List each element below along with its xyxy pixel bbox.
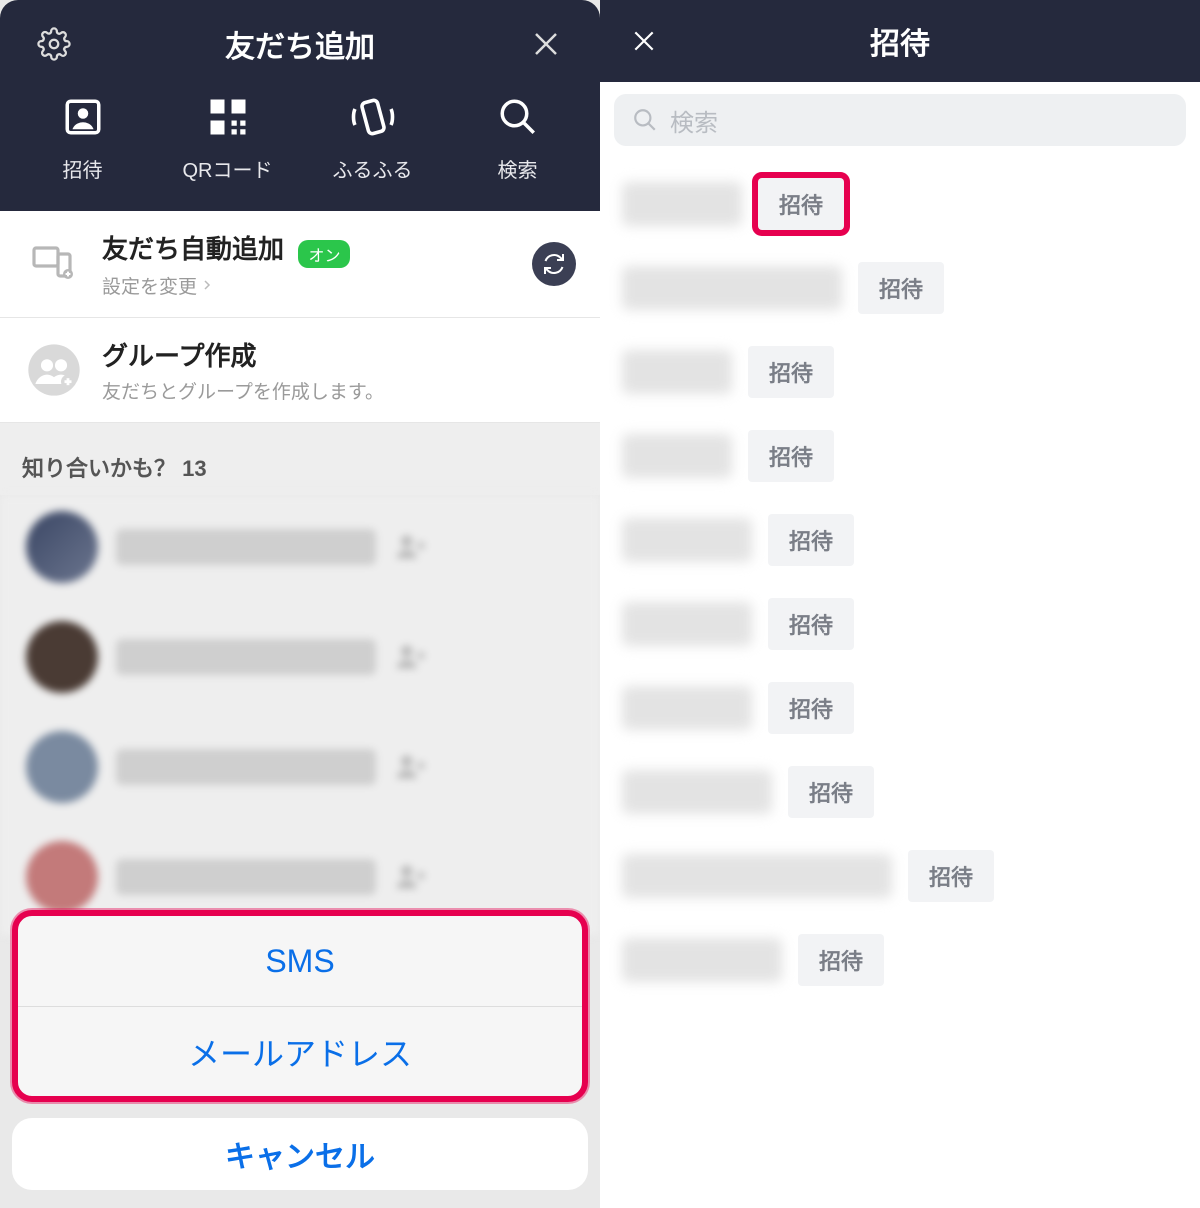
create-group-row[interactable]: グループ作成 友だちとグループを作成します。 [0, 318, 600, 423]
auto-add-title: 友だち自動追加 [102, 234, 284, 264]
suggestion-name [116, 859, 376, 895]
contact-name [622, 518, 752, 562]
shake-icon [348, 92, 398, 142]
invite-action[interactable]: 招待 [10, 92, 155, 183]
list-item: 招待 [600, 666, 1200, 750]
add-friend-icon[interactable] [394, 860, 428, 894]
list-item: 招待 [600, 582, 1200, 666]
add-friends-title: 友だち追加 [76, 22, 524, 66]
list-item: 招待 [600, 918, 1200, 1002]
contact-name [622, 266, 842, 310]
action-sheet: SMS メールアドレス キャンセル [12, 910, 588, 1190]
chevron-right-icon [201, 279, 213, 291]
contact-name [622, 854, 892, 898]
invite-button[interactable]: 招待 [858, 262, 944, 314]
invite-header: 招待 [600, 0, 1200, 82]
contact-name [622, 770, 772, 814]
list-item: 招待 [600, 750, 1200, 834]
invite-title: 招待 [666, 19, 1134, 63]
add-friend-icon[interactable] [394, 530, 428, 564]
invite-list: 招待 招待 招待 招待 招待 招待 招待 招待 [600, 158, 1200, 1208]
invite-button[interactable]: 招待 [768, 598, 854, 650]
list-item: 招待 [600, 330, 1200, 414]
contact-name [622, 182, 742, 226]
settings-card: 友だち自動追加 オン 設定を変更 [0, 211, 600, 423]
shake-action-label: ふるふる [333, 154, 413, 183]
invite-button[interactable]: 招待 [768, 682, 854, 734]
maybe-know-header: 知り合いかも？ 13 [0, 423, 600, 495]
list-item[interactable] [0, 715, 600, 825]
shake-action[interactable]: ふるふる [300, 92, 445, 183]
contact-name [622, 602, 752, 646]
list-item[interactable] [0, 495, 600, 605]
qr-action-label: QRコード [183, 154, 273, 183]
add-friends-sheet: 友だち追加 招待 [0, 0, 600, 211]
add-friend-icon[interactable] [394, 750, 428, 784]
group-icon [24, 340, 84, 400]
invite-button[interactable]: 招待 [768, 514, 854, 566]
avatar [26, 621, 98, 693]
add-friend-icon[interactable] [394, 640, 428, 674]
suggestion-name [116, 639, 376, 675]
device-add-icon [24, 234, 84, 294]
search-icon [632, 107, 658, 133]
search-placeholder: 検索 [670, 103, 718, 138]
invite-button[interactable]: 招待 [798, 934, 884, 986]
auto-add-row[interactable]: 友だち自動追加 オン 設定を変更 [0, 211, 600, 318]
close-icon[interactable] [622, 19, 666, 63]
close-icon[interactable] [524, 22, 568, 66]
avatar [26, 731, 98, 803]
sms-option[interactable]: SMS [18, 916, 582, 1006]
email-option[interactable]: メールアドレス [18, 1006, 582, 1096]
invite-button[interactable]: 招待 [758, 178, 844, 230]
avatar [26, 841, 98, 913]
search-action-label: 検索 [498, 154, 538, 183]
list-item: 招待 [600, 498, 1200, 582]
search-input[interactable]: 検索 [614, 94, 1186, 146]
list-item: 招待 [600, 246, 1200, 330]
qr-action[interactable]: QRコード [155, 92, 300, 183]
avatar [26, 511, 98, 583]
invite-button[interactable]: 招待 [748, 430, 834, 482]
list-item: 招待 [600, 414, 1200, 498]
contact-name [622, 350, 732, 394]
sync-button[interactable] [532, 242, 576, 286]
qr-code-icon [203, 92, 253, 142]
invite-button[interactable]: 招待 [748, 346, 834, 398]
auto-add-sub: 設定を変更 [102, 272, 197, 299]
search-icon [493, 92, 543, 142]
create-group-title: グループ作成 [102, 336, 576, 373]
suggestion-list [0, 495, 600, 935]
contact-name [622, 434, 732, 478]
search-action[interactable]: 検索 [445, 92, 590, 183]
invite-button[interactable]: 招待 [788, 766, 874, 818]
suggestion-name [116, 529, 376, 565]
suggestion-name [116, 749, 376, 785]
create-group-sub: 友だちとグループを作成します。 [102, 377, 384, 404]
contact-name [622, 686, 752, 730]
auto-add-on-badge: オン [298, 240, 350, 268]
invite-action-label: 招待 [63, 154, 103, 183]
invite-button[interactable]: 招待 [908, 850, 994, 902]
cancel-button[interactable]: キャンセル [12, 1118, 588, 1190]
settings-icon[interactable] [32, 22, 76, 66]
contact-card-icon [58, 92, 108, 142]
list-item[interactable] [0, 605, 600, 715]
list-item: 招待 [600, 834, 1200, 918]
contact-name [622, 938, 782, 982]
list-item: 招待 [600, 162, 1200, 246]
